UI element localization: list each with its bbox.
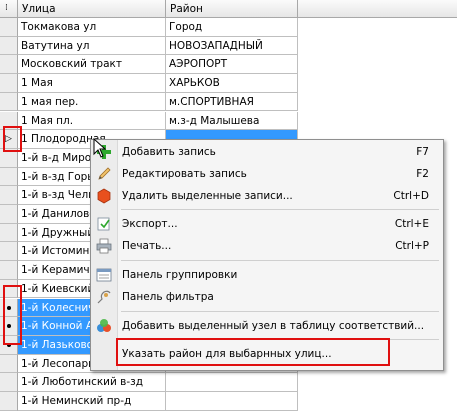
- street-cell[interactable]: 1-й Люботинский в-зд: [18, 373, 166, 392]
- grouping-panel-icon: [96, 268, 112, 282]
- row-indicator[interactable]: [0, 36, 18, 56]
- context-menu[interactable]: Добавить запись F7 Редактировать запись …: [90, 139, 444, 371]
- district-cell[interactable]: [166, 373, 298, 392]
- district-cell[interactable]: НОВОЗАПАДНЫЙ: [166, 36, 298, 56]
- menu-item-label: Удалить выделенные записи...: [122, 190, 293, 202]
- menu-item-grouping-panel[interactable]: Панель группировки: [91, 264, 443, 286]
- menu-item-shortcut: Ctrl+P: [395, 240, 429, 252]
- row-indicator-header[interactable]: ⁞: [0, 0, 18, 18]
- menu-item-export[interactable]: Экспорт... Ctrl+E: [91, 213, 443, 235]
- menu-item-shortcut: F2: [416, 168, 429, 180]
- menu-item-label: Редактировать запись: [122, 168, 247, 180]
- row-indicator[interactable]: [0, 74, 18, 93]
- mouse-cursor-icon: [93, 138, 107, 158]
- street-cell[interactable]: Московский тракт: [18, 55, 166, 75]
- delete-icon: [97, 188, 111, 204]
- menu-item-label: Добавить выделенный узел в таблицу соотв…: [122, 320, 425, 332]
- district-cell[interactable]: Город: [166, 18, 298, 37]
- annotation-box-set-district-item: [116, 338, 390, 366]
- row-indicator[interactable]: [0, 242, 18, 262]
- district-cell[interactable]: АЭРОПОРТ: [166, 55, 298, 75]
- menu-item-edit-record[interactable]: Редактировать запись F2: [91, 163, 443, 185]
- menu-item-shortcut: Ctrl+E: [394, 218, 429, 230]
- row-indicator[interactable]: [0, 354, 18, 374]
- district-cell[interactable]: м.з-д Малышева: [166, 111, 298, 131]
- row-indicator[interactable]: [0, 186, 18, 205]
- row-indicator[interactable]: [0, 205, 18, 224]
- row-indicator[interactable]: [0, 18, 18, 37]
- column-chooser-icon[interactable]: ⁞: [5, 3, 8, 13]
- pencil-icon: [98, 167, 111, 180]
- row-indicator[interactable]: [0, 55, 18, 75]
- district-cell[interactable]: м.СПОРТИВНАЯ: [166, 92, 298, 112]
- row-indicator[interactable]: [0, 167, 18, 187]
- filter-panel-icon: [97, 290, 111, 304]
- menu-separator: [121, 209, 439, 210]
- menu-item-shortcut: F7: [416, 146, 429, 158]
- menu-separator: [121, 311, 439, 312]
- menu-separator: [121, 260, 439, 261]
- menu-item-label: Печать...: [122, 240, 172, 252]
- header-empty-area: [298, 0, 457, 18]
- annotation-box-focused-indicator: [3, 126, 22, 152]
- street-cell[interactable]: 1 Мая: [18, 74, 166, 93]
- menu-item-shortcut: Ctrl+D: [393, 190, 429, 202]
- street-cell[interactable]: 1 мая пер.: [18, 92, 166, 112]
- street-cell[interactable]: Токмакова ул: [18, 18, 166, 37]
- row-indicator[interactable]: [0, 261, 18, 280]
- menu-item-label: Экспорт...: [122, 218, 178, 230]
- menu-item-delete-selected[interactable]: Удалить выделенные записи... Ctrl+D: [91, 185, 443, 207]
- column-header-district[interactable]: Район: [166, 0, 298, 18]
- annotation-box-selected-indicators: [3, 285, 22, 345]
- menu-item-add-node-to-mapping[interactable]: Добавить выделенный узел в таблицу соотв…: [91, 315, 443, 337]
- menu-item-label: Панель фильтра: [122, 291, 214, 303]
- menu-item-add-record[interactable]: Добавить запись F7: [91, 141, 443, 163]
- street-cell[interactable]: Ватутина ул: [18, 36, 166, 56]
- add-node-icon: [97, 319, 111, 332]
- menu-item-print[interactable]: Печать... Ctrl+P: [91, 235, 443, 257]
- street-cell[interactable]: 1 Мая пл.: [18, 111, 166, 131]
- column-header-street[interactable]: Улица: [18, 0, 166, 18]
- menu-item-filter-panel[interactable]: Панель фильтра: [91, 286, 443, 308]
- export-icon: [97, 217, 110, 231]
- district-cell[interactable]: ХАРЬКОВ: [166, 74, 298, 93]
- row-indicator[interactable]: [0, 223, 18, 243]
- menu-item-label: Панель группировки: [122, 269, 238, 281]
- menu-item-label: Добавить запись: [122, 146, 216, 158]
- row-indicator[interactable]: [0, 92, 18, 112]
- print-icon: [96, 238, 112, 254]
- row-indicator[interactable]: [0, 373, 18, 392]
